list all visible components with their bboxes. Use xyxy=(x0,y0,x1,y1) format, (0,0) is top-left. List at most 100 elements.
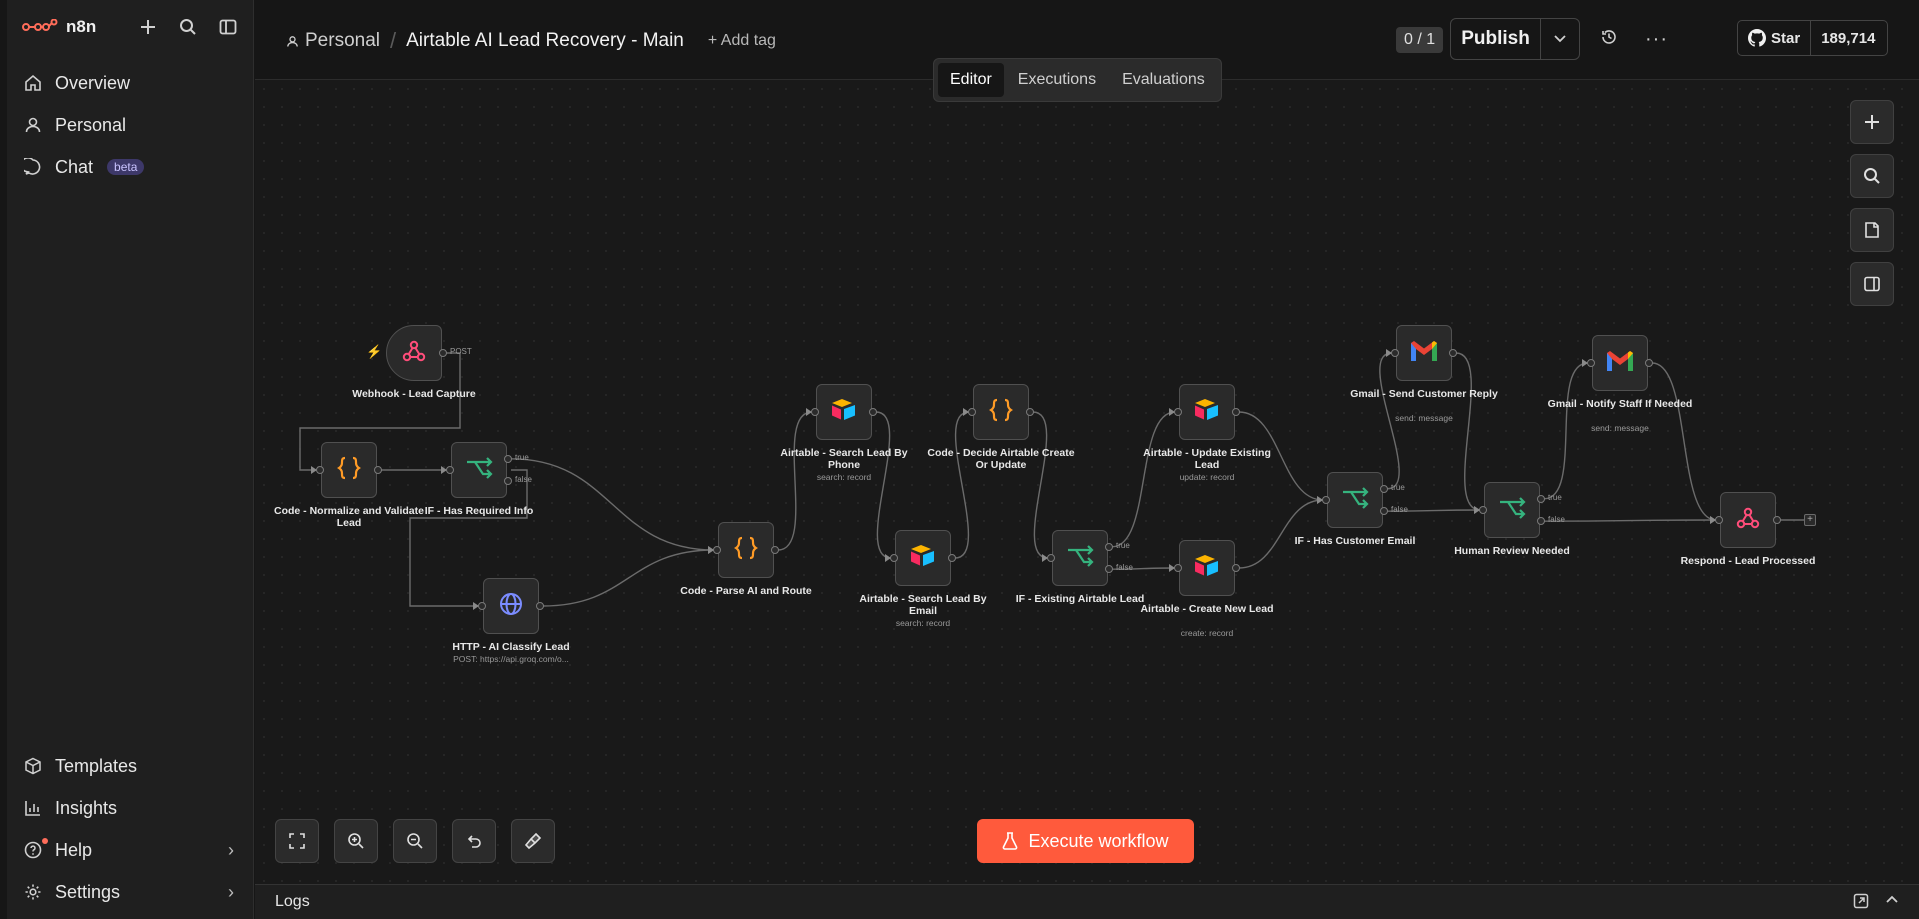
connection-line[interactable] xyxy=(1238,499,1324,569)
node-gmailstaff[interactable] xyxy=(1592,335,1648,391)
search-icon[interactable] xyxy=(176,15,200,39)
node-update[interactable] xyxy=(1179,384,1235,440)
sidebar-item-settings[interactable]: Settings › xyxy=(7,871,254,913)
toggle-panel-button[interactable] xyxy=(1850,262,1894,306)
workflow-title[interactable]: Airtable AI Lead Recovery - Main xyxy=(406,30,684,52)
zoom-out-button[interactable] xyxy=(393,819,437,863)
input-port[interactable] xyxy=(316,466,324,474)
view-tabs: Editor Executions Evaluations xyxy=(933,58,1222,102)
input-port[interactable] xyxy=(890,554,898,562)
input-port[interactable] xyxy=(811,408,819,416)
output-port[interactable] xyxy=(771,546,779,554)
sidebar-item-personal[interactable]: Personal xyxy=(7,104,254,146)
input-port[interactable] xyxy=(1047,554,1055,562)
connection-line[interactable] xyxy=(1455,352,1481,511)
sidebar-item-overview[interactable]: Overview xyxy=(7,62,254,104)
output-port[interactable] xyxy=(1232,564,1240,572)
add-node-button[interactable] xyxy=(1850,100,1894,144)
tab-editor[interactable]: Editor xyxy=(938,63,1004,97)
add-tag-button[interactable]: + Add tag xyxy=(708,32,776,50)
chevron-down-icon[interactable] xyxy=(1541,19,1579,59)
output-port[interactable] xyxy=(439,349,447,357)
add-output-button[interactable]: + xyxy=(1804,514,1816,526)
publish-button[interactable]: Publish xyxy=(1451,19,1541,59)
input-port[interactable] xyxy=(1174,408,1182,416)
input-port[interactable] xyxy=(1715,516,1723,524)
tab-executions[interactable]: Executions xyxy=(1006,63,1108,97)
input-port[interactable] xyxy=(478,602,486,610)
history-icon[interactable] xyxy=(1600,28,1618,51)
more-options-icon[interactable]: ··· xyxy=(1645,28,1668,51)
node-ifreq[interactable] xyxy=(451,442,507,498)
output-port[interactable] xyxy=(869,408,877,416)
node-ifexist[interactable] xyxy=(1052,530,1108,586)
node-subtitle: search: record xyxy=(895,618,951,628)
sidebar-item-templates[interactable]: Templates xyxy=(7,745,254,787)
node-label: Code - Decide Airtable Create Or Update xyxy=(927,447,1075,471)
connection-line[interactable] xyxy=(542,549,715,607)
connection-line[interactable] xyxy=(954,411,970,559)
input-port[interactable] xyxy=(1391,349,1399,357)
sidebar-item-insights[interactable]: Insights xyxy=(7,787,254,829)
output-port[interactable] xyxy=(1026,408,1034,416)
breadcrumb-project[interactable]: Personal xyxy=(286,30,380,52)
output-port[interactable] xyxy=(948,554,956,562)
workflow-canvas[interactable]: + Webhook - Lead Capture POST ⚡ Code - Norma… xyxy=(255,80,1919,884)
breadcrumb: Personal / Airtable AI Lead Recovery - M… xyxy=(286,28,776,54)
output-port[interactable] xyxy=(1232,408,1240,416)
node-searchphone[interactable] xyxy=(816,384,872,440)
sidebar-item-chat[interactable]: Chat beta xyxy=(7,146,254,188)
node-label: Airtable - Update Existing Lead xyxy=(1143,447,1271,471)
connection-line[interactable] xyxy=(875,411,892,559)
node-create[interactable] xyxy=(1179,540,1235,596)
node-normalize[interactable] xyxy=(321,442,377,498)
fit-view-button[interactable] xyxy=(275,819,319,863)
node-ifemail[interactable] xyxy=(1327,472,1383,528)
node-http[interactable] xyxy=(483,578,539,634)
true-output-port[interactable] xyxy=(504,454,512,463)
input-port[interactable] xyxy=(968,408,976,416)
popout-icon[interactable] xyxy=(1853,893,1869,914)
collapse-sidebar-icon[interactable] xyxy=(216,15,240,39)
output-port[interactable] xyxy=(1645,359,1653,367)
output-port[interactable] xyxy=(1773,516,1781,524)
true-output-port[interactable] xyxy=(1537,494,1545,503)
node-webhook[interactable] xyxy=(386,325,442,381)
plus-icon[interactable] xyxy=(136,15,160,39)
input-port[interactable] xyxy=(446,466,454,474)
tidy-up-button[interactable] xyxy=(511,819,555,863)
node-review[interactable] xyxy=(1484,482,1540,538)
tab-evaluations[interactable]: Evaluations xyxy=(1110,63,1217,97)
input-port[interactable] xyxy=(1479,506,1487,514)
input-port[interactable] xyxy=(1322,496,1330,504)
output-port[interactable] xyxy=(1449,349,1457,357)
sidebar-item-help[interactable]: Help › xyxy=(7,829,254,871)
node-respond[interactable] xyxy=(1720,492,1776,548)
node-parse[interactable] xyxy=(718,522,774,578)
sidebar-item-label: Templates xyxy=(55,755,138,776)
output-port[interactable] xyxy=(374,466,382,474)
beta-badge: beta xyxy=(107,159,145,175)
input-port[interactable] xyxy=(1174,564,1182,572)
zoom-in-button[interactable] xyxy=(334,819,378,863)
node-decide[interactable] xyxy=(973,384,1029,440)
node-searchemail[interactable] xyxy=(895,530,951,586)
connection-line[interactable] xyxy=(1543,519,1717,522)
chevron-up-icon[interactable] xyxy=(1885,893,1899,914)
logs-panel-bar[interactable]: Logs xyxy=(255,884,1919,919)
github-star-button[interactable]: Star 189,714 xyxy=(1737,20,1888,56)
output-port[interactable] xyxy=(536,602,544,610)
connection-line[interactable] xyxy=(1651,362,1717,521)
n8n-logo[interactable]: n8n xyxy=(22,17,96,37)
true-output-port[interactable] xyxy=(1105,542,1113,551)
reset-zoom-button[interactable] xyxy=(452,819,496,863)
input-port[interactable] xyxy=(1587,359,1595,367)
node-gmailreply[interactable] xyxy=(1396,325,1452,381)
input-port[interactable] xyxy=(713,546,721,554)
true-output-port[interactable] xyxy=(1380,484,1388,493)
execute-workflow-label: Execute workflow xyxy=(1028,830,1169,851)
sticky-note-button[interactable] xyxy=(1850,208,1894,252)
search-nodes-button[interactable] xyxy=(1850,154,1894,198)
execute-workflow-button[interactable]: Execute workflow xyxy=(977,819,1194,863)
connection-line[interactable] xyxy=(1032,411,1049,559)
